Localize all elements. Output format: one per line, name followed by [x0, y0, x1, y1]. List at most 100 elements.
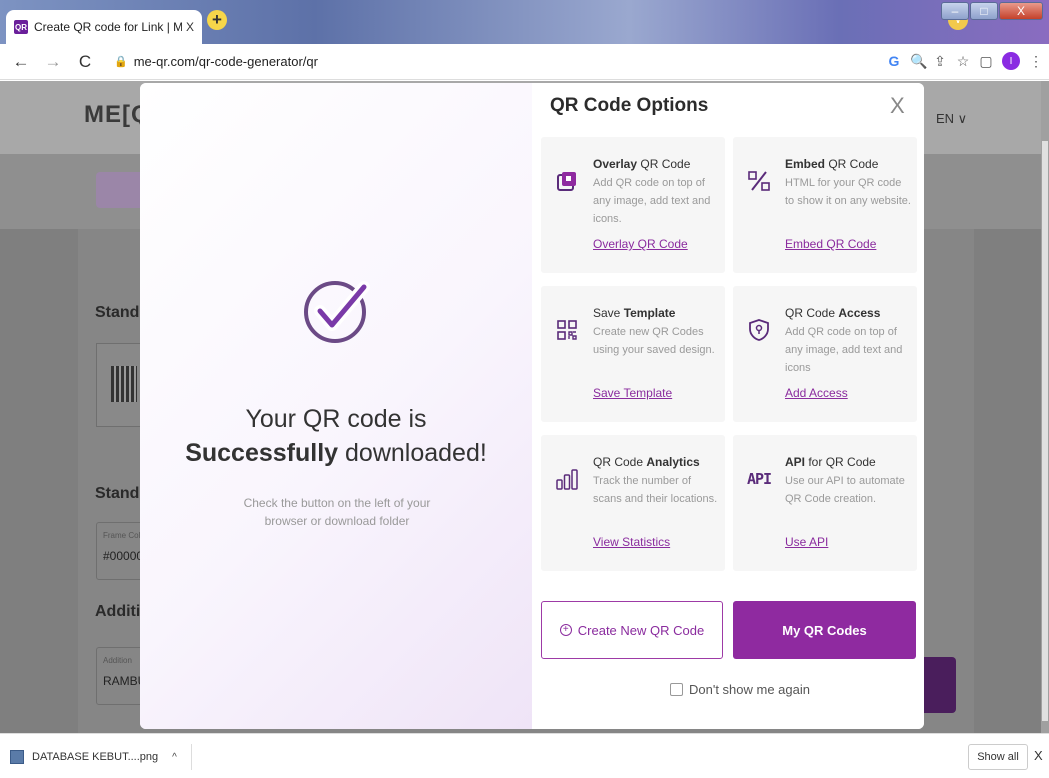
success-heading-line1: Your QR code is	[245, 405, 427, 433]
google-translate-icon[interactable]: G	[887, 53, 901, 69]
qr-pattern-icon	[111, 366, 137, 402]
frame-color-label: Frame Col	[103, 531, 141, 540]
option-card-access: QR Code Access Add QR code on top of any…	[733, 286, 917, 422]
lock-icon[interactable]: 🔒	[114, 55, 128, 68]
option-description: Track the number of scans and their loca…	[593, 475, 718, 505]
option-card-overlay: Overlay QR Code Add QR code on top of an…	[541, 137, 725, 273]
option-title-pre: QR Code	[785, 306, 839, 320]
behind-download-button	[920, 657, 956, 713]
back-arrow-icon[interactable]: ←	[10, 52, 32, 72]
option-title-bold: Overlay	[593, 157, 638, 171]
shield-lock-icon	[745, 316, 773, 344]
address-bar: ← → C 🔒 me-qr.com/qr-code-generator/qr G…	[0, 44, 1049, 80]
option-title-rest: QR Code	[637, 157, 691, 171]
analytics-icon	[553, 465, 581, 493]
maximize-button[interactable]: □	[970, 2, 998, 20]
api-icon: API	[746, 470, 772, 488]
option-title-bold: Template	[623, 306, 676, 320]
create-new-qr-label: Create New QR Code	[577, 622, 705, 638]
image-file-icon	[10, 750, 24, 764]
dont-show-label: Don't show me again	[689, 682, 810, 697]
additional-field[interactable]: Addition RAMBU	[96, 647, 146, 705]
plus-circle-icon: +	[559, 624, 572, 636]
option-title-pre: QR Code	[593, 455, 647, 469]
option-description: Use our API to automate QR Code creation…	[785, 475, 905, 505]
browser-tab[interactable]: QR Create QR code for Link | Make y X	[6, 10, 202, 44]
option-card-analytics: QR Code Analytics Track the number of sc…	[541, 435, 725, 571]
overlay-icon	[553, 167, 581, 195]
frame-color-field[interactable]: Frame Col #00000	[96, 522, 146, 580]
option-card-template: Save Template Create new QR Codes using …	[541, 286, 725, 422]
minimize-button[interactable]: –	[941, 2, 969, 20]
option-title-bold: Analytics	[646, 455, 700, 469]
new-tab-button[interactable]: +	[207, 10, 227, 30]
option-title: Overlay QR Code	[593, 157, 690, 171]
option-title-bold: Access	[838, 306, 881, 320]
option-title: Save Template	[593, 306, 675, 320]
option-title: QR Code Analytics	[593, 455, 700, 469]
embed-qr-link[interactable]: Embed QR Code	[785, 237, 876, 251]
option-description: Create new QR Codes using your saved des…	[593, 326, 715, 356]
option-description: Add QR code on top of any image, add tex…	[593, 177, 711, 225]
option-title: API for QR Code	[785, 455, 876, 469]
address-bar-icons: G 🔍 ⇪ ☆ ▢ I ⋮	[887, 52, 1043, 70]
success-subtext: Check the button on the left of your bro…	[243, 496, 431, 528]
share-icon[interactable]: ⇪	[933, 53, 947, 70]
success-heading-line2: Successfully downloaded!	[140, 439, 532, 468]
qr-thumbnail	[96, 343, 146, 427]
browser-titlebar: QR Create QR code for Link | Make y X + …	[0, 0, 1049, 44]
close-modal-icon[interactable]: X	[890, 93, 905, 119]
option-description: HTML for your QR code to show it on any …	[785, 177, 911, 207]
tab-title: Create QR code for Link | Make y	[34, 20, 182, 34]
zoom-search-icon[interactable]: 🔍	[910, 53, 927, 70]
option-title: Embed QR Code	[785, 157, 878, 171]
forward-arrow-icon[interactable]: →	[42, 52, 64, 72]
option-card-embed: Embed QR Code HTML for your QR code to s…	[733, 137, 917, 273]
dont-show-again-checkbox[interactable]: Don't show me again	[670, 682, 810, 697]
close-window-button[interactable]: X	[999, 2, 1043, 20]
overlay-qr-link[interactable]: Overlay QR Code	[593, 237, 688, 251]
download-bar: DATABASE KEBUT....png ^ Show all X	[0, 733, 1049, 778]
reload-icon[interactable]: C	[74, 52, 96, 72]
option-title-rest: QR Code	[825, 157, 879, 171]
qr-favicon-icon: QR	[14, 20, 28, 34]
show-all-button[interactable]: Show all	[968, 744, 1028, 770]
frame-color-value: #00000	[103, 549, 144, 563]
option-title: QR Code Access	[785, 306, 880, 320]
url-field[interactable]: me-qr.com/qr-code-generator/qr	[134, 54, 318, 69]
success-check-icon	[304, 281, 370, 343]
language-selector[interactable]: EN ∨	[936, 111, 967, 127]
success-rest: downloaded!	[338, 439, 487, 467]
options-title: QR Code Options	[550, 95, 709, 116]
download-item[interactable]: DATABASE KEBUT....png ^	[10, 744, 192, 770]
my-qr-codes-button[interactable]: My QR Codes	[733, 601, 916, 659]
profile-avatar[interactable]: I	[1002, 52, 1020, 70]
tab-close-icon[interactable]: X	[186, 20, 194, 34]
save-template-link[interactable]: Save Template	[593, 386, 672, 400]
sidebar-icon[interactable]: ▢	[979, 53, 993, 70]
page-scrollbar[interactable]	[1041, 81, 1049, 733]
success-panel: Your QR code is Successfully downloaded!…	[140, 83, 532, 729]
option-card-api: API API for QR Code Use our API to autom…	[733, 435, 917, 571]
add-access-link[interactable]: Add Access	[785, 386, 848, 400]
download-file-name: DATABASE KEBUT....png	[32, 751, 159, 763]
embed-icon	[745, 167, 773, 195]
use-api-link[interactable]: Use API	[785, 535, 828, 549]
chevron-up-icon[interactable]: ^	[172, 752, 177, 763]
view-statistics-link[interactable]: View Statistics	[593, 535, 670, 549]
checkbox-box[interactable]	[670, 683, 683, 696]
create-new-qr-button[interactable]: + Create New QR Code	[541, 601, 723, 659]
option-title-pre: Save	[593, 306, 624, 320]
template-icon	[553, 316, 581, 344]
bookmark-star-icon[interactable]: ☆	[956, 53, 970, 70]
scrollbar-thumb[interactable]	[1042, 141, 1048, 721]
option-title-bold: Embed	[785, 157, 826, 171]
additional-label: Addition	[103, 656, 132, 665]
option-title-rest: for QR Code	[805, 455, 876, 469]
option-description: Add QR code on top of any image, add tex…	[785, 326, 903, 374]
qr-options-modal: Your QR code is Successfully downloaded!…	[140, 83, 924, 729]
menu-dots-icon[interactable]: ⋮	[1029, 53, 1043, 70]
window-controls: – □ X	[941, 2, 1043, 20]
success-bold: Successfully	[185, 439, 339, 467]
close-download-bar-icon[interactable]: X	[1034, 748, 1043, 763]
